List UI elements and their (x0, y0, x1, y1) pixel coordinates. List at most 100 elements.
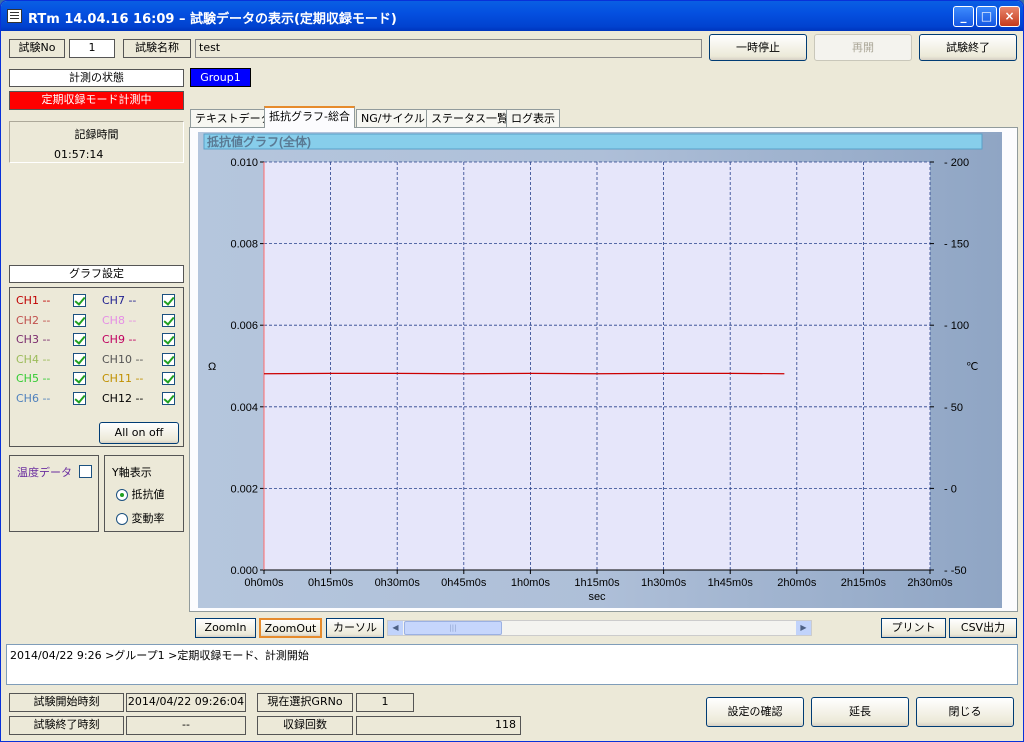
resistance-radio[interactable] (116, 489, 128, 501)
all-on-off-button[interactable]: All on off (99, 422, 179, 444)
variation-radio-label: 変動率 (131, 512, 165, 525)
tab-status-list[interactable]: ステータス一覧 (426, 109, 513, 127)
test-no-value: 1 (69, 39, 115, 58)
channel-item[interactable]: CH3 -- (16, 332, 98, 348)
resume-button[interactable]: 再開 (814, 34, 912, 61)
test-name-label: 試験名称 (123, 39, 191, 58)
maximize-button[interactable]: □ (976, 6, 997, 27)
x-tick-label: 0h0m0s (244, 577, 284, 589)
y-tick-label: 0.008 (230, 239, 258, 251)
y-axis-option-variation[interactable]: 変動率 (116, 510, 165, 526)
grno-label: 現在選択GRNo (257, 693, 353, 712)
y2-tick-label: - 100 (944, 320, 969, 332)
y-tick-label: 0.010 (230, 157, 258, 169)
start-time-value: 2014/04/22 09:26:04 (126, 693, 246, 712)
measurement-status-value: 定期収録モード計測中 (9, 91, 184, 110)
zoom-out-button[interactable]: ZoomOut (259, 618, 322, 638)
channel-checkbox[interactable] (162, 392, 175, 405)
csv-export-button[interactable]: CSV出力 (949, 618, 1017, 638)
extend-button[interactable]: 延長 (811, 697, 909, 727)
channel-item[interactable]: CH6 -- (16, 391, 98, 407)
variation-radio[interactable] (116, 513, 128, 525)
channel-item[interactable]: CH8 -- (102, 313, 184, 329)
y2-tick-label: - -50 (944, 565, 967, 577)
channel-item[interactable]: CH5 -- (16, 371, 98, 387)
test-no-label: 試験No (9, 39, 65, 58)
window-title: RTm 14.04.16 16:09 – 試験データの表示(定期収録モード) (28, 12, 397, 27)
test-name-field: test (195, 39, 702, 58)
close-window-button[interactable]: × (999, 6, 1020, 27)
horizontal-scrollbar[interactable]: ◀ ||| ▶ (387, 620, 812, 636)
cursor-button[interactable]: カーソル (326, 618, 384, 638)
channel-label: CH2 -- (16, 313, 51, 327)
channel-label: CH12 -- (102, 392, 144, 405)
channel-checkbox[interactable] (73, 313, 86, 327)
pause-button[interactable]: 一時停止 (709, 34, 807, 61)
temperature-label: 温度データ (17, 466, 72, 479)
grno-value: 1 (356, 693, 414, 712)
log-area[interactable]: 2014/04/22 9:26 >グループ1 >定期収録モード、計測開始 (6, 644, 1018, 685)
y-tick-label: 0.002 (230, 483, 258, 495)
x-tick-label: 2h30m0s (907, 577, 953, 589)
close-button[interactable]: 閉じる (916, 697, 1014, 727)
channel-label: CH3 -- (16, 333, 51, 347)
channel-checkbox[interactable] (73, 333, 86, 347)
app-icon (7, 9, 22, 23)
record-count-value: 118 (356, 716, 521, 735)
x-tick-label: 0h45m0s (441, 577, 487, 589)
channel-checkbox[interactable] (162, 333, 175, 347)
channel-checkbox[interactable] (73, 294, 86, 307)
tab-resistance-graph[interactable]: 抵抗グラフ-総合 (264, 106, 355, 128)
channel-item[interactable]: CH4 -- (16, 352, 98, 368)
channel-checkbox[interactable] (162, 372, 175, 386)
end-test-button[interactable]: 試験終了 (919, 34, 1017, 61)
scroll-thumb[interactable]: ||| (404, 621, 502, 635)
zoom-in-button[interactable]: ZoomIn (195, 618, 256, 638)
tab-ng-cycle[interactable]: NG/サイクル (356, 109, 430, 127)
scroll-right-arrow[interactable]: ▶ (796, 621, 811, 635)
scroll-left-arrow[interactable]: ◀ (388, 621, 403, 635)
y-axis-label: Ω (208, 361, 216, 373)
channel-checkbox[interactable] (73, 392, 86, 405)
channel-item[interactable]: CH9 -- (102, 332, 184, 348)
channel-item[interactable]: CH12 -- (102, 391, 184, 407)
x-tick-label: 1h30m0s (641, 577, 687, 589)
y2-tick-label: - 150 (944, 239, 969, 251)
y2-tick-label: - 0 (944, 483, 957, 495)
channel-item[interactable]: CH10 -- (102, 352, 184, 368)
y-axis-option-resistance[interactable]: 抵抗値 (116, 486, 165, 502)
channel-item[interactable]: CH7 -- (102, 293, 184, 309)
channel-item[interactable]: CH2 -- (16, 313, 98, 329)
channel-label: CH7 -- (102, 294, 137, 307)
x-tick-label: 0h15m0s (308, 577, 354, 589)
group1-button[interactable]: Group1 (190, 68, 251, 87)
channel-label: CH1 -- (16, 294, 51, 307)
record-time-panel: 記録時間 01:57:14 (9, 121, 184, 163)
confirm-settings-button[interactable]: 設定の確認 (706, 697, 804, 727)
channel-panel: CH1 -- CH2 -- CH3 -- CH4 -- CH5 -- CH6 -- CH7 … (9, 287, 184, 447)
y2-tick-label: - 50 (944, 402, 963, 414)
y-axis-title: Y軸表示 (112, 466, 152, 479)
minimize-button[interactable]: _ (953, 6, 974, 27)
tab-log[interactable]: ログ表示 (506, 109, 560, 127)
print-button[interactable]: プリント (881, 618, 946, 638)
channel-checkbox[interactable] (162, 313, 175, 327)
x-tick-label: 2h0m0s (777, 577, 817, 589)
channel-label: CH10 -- (102, 352, 144, 366)
channel-checkbox[interactable] (162, 294, 175, 307)
resistance-chart: 抵抗値グラフ(全体) 0h0m0s 0h15m0s 0h30m0s 0h45m0s 1h… (198, 132, 1002, 608)
end-time-value: -- (126, 716, 246, 735)
temperature-panel: 温度データ (9, 455, 99, 532)
chart-title: 抵抗値グラフ(全体) (207, 134, 311, 149)
temperature-checkbox[interactable] (79, 465, 92, 478)
channel-checkbox[interactable] (73, 352, 86, 366)
x-tick-label: 1h0m0s (511, 577, 551, 589)
channel-checkbox[interactable] (162, 352, 175, 366)
measurement-status-title: 計測の状態 (9, 69, 184, 87)
channel-checkbox[interactable] (73, 372, 86, 386)
channel-item[interactable]: CH11 -- (102, 371, 184, 387)
x-axis-label: sec (588, 591, 606, 603)
channel-item[interactable]: CH1 -- (16, 293, 98, 309)
y-tick-label: 0.006 (230, 320, 258, 332)
channel-label: CH5 -- (16, 372, 51, 386)
